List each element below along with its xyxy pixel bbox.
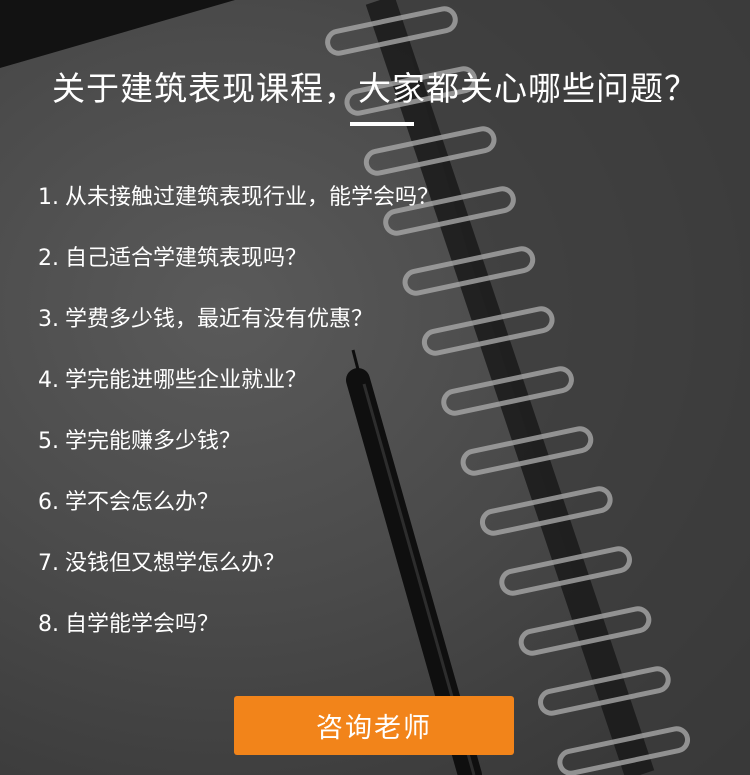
faq-number: 4. [38, 368, 59, 393]
faq-number: 7. [38, 551, 59, 576]
faq-question: 学不会怎么办？ [65, 490, 220, 515]
faq-number: 6. [38, 490, 59, 515]
page-title: 关于建筑表现课程，大家都关心哪些问题？ [52, 69, 698, 108]
faq-item: 3. 学费多少钱，最近有没有优惠？ [38, 305, 439, 366]
faq-item: 8. 自学能学会吗？ [38, 610, 439, 671]
faq-question: 学完能赚多少钱？ [65, 429, 242, 454]
faq-number: 5. [38, 429, 59, 454]
faq-item: 6. 学不会怎么办？ [38, 488, 439, 549]
faq-question: 自己适合学建筑表现吗？ [65, 246, 308, 271]
faq-number: 8. [38, 612, 59, 637]
faq-banner: 关于建筑表现课程，大家都关心哪些问题？ 1. 从未接触过建筑表现行业，能学会吗？ … [0, 0, 750, 775]
faq-list: 1. 从未接触过建筑表现行业，能学会吗？ 2. 自己适合学建筑表现吗？ 3. 学费多少… [38, 183, 439, 671]
faq-question: 自学能学会吗？ [65, 612, 220, 637]
faq-question: 从未接触过建筑表现行业，能学会吗？ [65, 185, 440, 210]
title-divider [350, 122, 414, 126]
consult-teacher-button[interactable]: 咨询老师 [234, 696, 514, 755]
faq-question: 学完能进哪些企业就业？ [65, 368, 308, 393]
faq-question: 学费多少钱，最近有没有优惠？ [65, 307, 374, 332]
faq-question: 没钱但又想学怎么办？ [65, 551, 286, 576]
faq-number: 3. [38, 307, 59, 332]
faq-item: 4. 学完能进哪些企业就业？ [38, 366, 439, 427]
notebook-corner [0, 0, 235, 68]
faq-item: 7. 没钱但又想学怎么办？ [38, 549, 439, 610]
faq-item: 5. 学完能赚多少钱？ [38, 427, 439, 488]
faq-number: 1. [38, 185, 59, 210]
faq-item: 1. 从未接触过建筑表现行业，能学会吗？ [38, 183, 439, 244]
faq-number: 2. [38, 246, 59, 271]
faq-item: 2. 自己适合学建筑表现吗？ [38, 244, 439, 305]
